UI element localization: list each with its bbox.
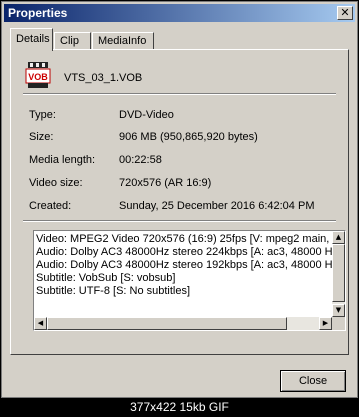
list-item[interactable]: Video: MPEG2 Video 720x576 (16:9) 25fps … <box>36 233 332 246</box>
close-button[interactable]: Close <box>280 370 346 392</box>
stream-lines: Video: MPEG2 Video 720x576 (16:9) 25fps … <box>36 233 332 298</box>
scroll-left-icon[interactable]: ◀ <box>34 317 47 330</box>
list-item[interactable]: Audio: Dolby AC3 48000Hz stereo 192kbps … <box>36 259 332 272</box>
video-size-value: 720x576 (AR 16:9) <box>119 177 212 189</box>
scroll-up-icon[interactable]: ▲ <box>332 231 345 244</box>
tab-clip[interactable]: Clip <box>54 32 91 50</box>
list-item[interactable]: Audio: Dolby AC3 48000Hz stereo 224kbps … <box>36 246 332 259</box>
title-bar[interactable]: Properties ✕ <box>4 4 355 22</box>
vertical-scroll-thumb[interactable] <box>332 244 345 302</box>
horizontal-scrollbar[interactable]: ◀ ▶ <box>34 317 332 330</box>
stream-info-list[interactable]: Video: MPEG2 Video 720x576 (16:9) 25fps … <box>33 230 346 331</box>
list-item[interactable]: Subtitle: VobSub [S: vobsub] <box>36 272 332 285</box>
scroll-right-icon[interactable]: ▶ <box>319 317 332 330</box>
image-caption: 377x422 15kb GIF <box>130 400 229 414</box>
horizontal-scroll-thumb[interactable] <box>47 317 287 330</box>
type-label: Type: <box>29 109 56 121</box>
scrollbar-corner <box>332 317 345 330</box>
media-length-value: 00:22:58 <box>119 154 162 166</box>
file-name: VTS_03_1.VOB <box>64 72 143 84</box>
tab-details[interactable]: Details <box>10 28 53 51</box>
divider <box>23 93 336 95</box>
created-value: Sunday, 25 December 2016 6:42:04 PM <box>119 200 315 212</box>
video-size-label: Video size: <box>29 177 83 189</box>
svg-text:VOB: VOB <box>28 72 48 82</box>
vertical-scrollbar[interactable]: ▲ ▼ <box>332 231 345 317</box>
list-item[interactable]: Subtitle: UTF-8 [S: No subtitles] <box>36 285 332 298</box>
scroll-down-icon[interactable]: ▼ <box>332 304 345 317</box>
properties-window: Properties ✕ Details Clip MediaInfo VOB … <box>1 1 358 398</box>
size-value: 906 MB (950,865,920 bytes) <box>119 131 258 143</box>
divider <box>23 220 336 222</box>
created-label: Created: <box>29 200 72 212</box>
media-length-label: Media length: <box>29 154 96 166</box>
details-panel: VOB VTS_03_1.VOB Type: DVD-Video Size: 9… <box>10 49 349 355</box>
size-label: Size: <box>29 131 54 143</box>
tab-mediainfo[interactable]: MediaInfo <box>92 32 154 50</box>
window-title: Properties <box>8 6 68 20</box>
type-value: DVD-Video <box>119 109 174 121</box>
vob-file-icon: VOB <box>25 62 51 88</box>
close-icon[interactable]: ✕ <box>337 6 353 20</box>
